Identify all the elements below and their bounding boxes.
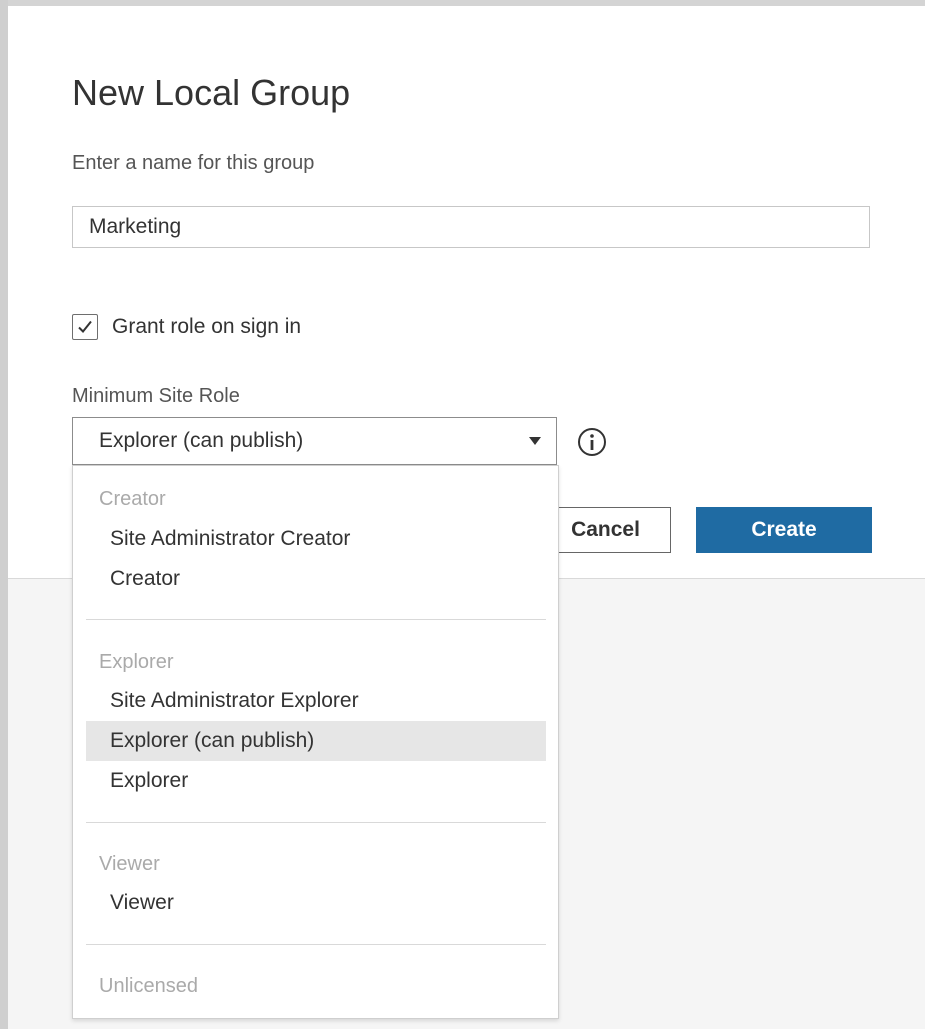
- option-explorer-can-publish[interactable]: Explorer (can publish): [86, 721, 546, 761]
- checkmark-icon: [78, 320, 92, 333]
- group-name-prompt: Enter a name for this group: [72, 152, 315, 174]
- group-name-input[interactable]: [72, 206, 870, 248]
- group-divider: [86, 619, 546, 620]
- site-role-select-value: Explorer (can publish): [99, 429, 304, 452]
- minimum-site-role-label: Minimum Site Role: [72, 385, 240, 407]
- group-header-creator: Creator: [99, 488, 166, 510]
- info-icon[interactable]: [576, 426, 608, 458]
- grant-role-row[interactable]: Grant role on sign in: [72, 312, 301, 342]
- group-header-viewer: Viewer: [99, 853, 160, 875]
- option-site-administrator-explorer[interactable]: Site Administrator Explorer: [86, 681, 546, 721]
- option-creator[interactable]: Creator: [86, 559, 546, 599]
- group-header-unlicensed: Unlicensed: [99, 975, 198, 997]
- window-left-border: [0, 0, 8, 1029]
- site-role-select[interactable]: Explorer (can publish): [72, 417, 557, 465]
- group-divider: [86, 944, 546, 945]
- option-site-administrator-creator[interactable]: Site Administrator Creator: [86, 519, 546, 559]
- grant-role-checkbox[interactable]: [72, 314, 98, 340]
- group-divider: [86, 822, 546, 823]
- cancel-button[interactable]: Cancel: [540, 507, 671, 553]
- create-button[interactable]: Create: [696, 507, 872, 553]
- dialog-title: New Local Group: [72, 72, 351, 113]
- group-header-explorer: Explorer: [99, 651, 174, 673]
- grant-role-label: Grant role on sign in: [112, 315, 302, 338]
- option-explorer[interactable]: Explorer: [86, 761, 546, 801]
- dropdown-arrow-icon: [529, 437, 541, 445]
- site-role-dropdown-list: Creator Site Administrator Creator Creat…: [72, 465, 559, 1019]
- option-viewer[interactable]: Viewer: [86, 883, 546, 923]
